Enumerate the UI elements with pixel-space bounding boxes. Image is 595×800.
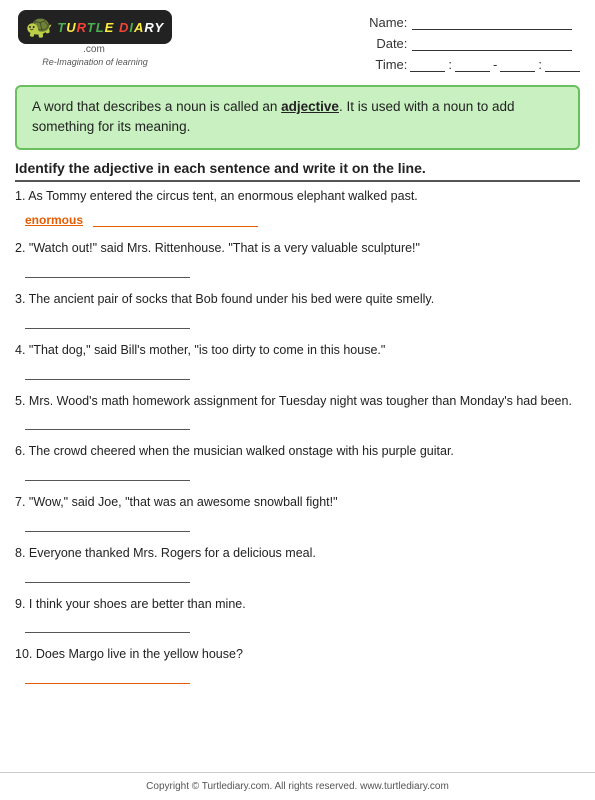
logo-box: 🐢 TURTLE DIARY	[18, 10, 172, 44]
q4-answer-line[interactable]	[25, 364, 190, 380]
question-7-text: 7. "Wow," said Joe, "that was an awesome…	[15, 493, 580, 512]
q5-number: 5.	[15, 394, 29, 408]
q7-answer-line[interactable]	[25, 516, 190, 532]
question-5: 5. Mrs. Wood's math homework assignment …	[15, 392, 580, 431]
footer: Copyright © Turtlediary.com. All rights …	[0, 772, 595, 800]
date-line[interactable]	[412, 37, 572, 51]
instructions: Identify the adjective in each sentence …	[15, 160, 580, 182]
q1-number: 1.	[15, 189, 28, 203]
date-label: Date:	[367, 36, 407, 51]
q8-number: 8.	[15, 546, 29, 560]
question-9: 9. I think your shoes are better than mi…	[15, 595, 580, 634]
question-10: 10. Does Margo live in the yellow house?	[15, 645, 580, 684]
question-3: 3. The ancient pair of socks that Bob fo…	[15, 290, 580, 329]
question-2-text: 2. "Watch out!" said Mrs. Rittenhouse. "…	[15, 239, 580, 258]
header: 🐢 TURTLE DIARY .com Re-Imagination of le…	[0, 0, 595, 77]
q4-number: 4.	[15, 343, 29, 357]
time-colon-1: :	[448, 57, 452, 72]
key-term: adjective	[281, 99, 339, 114]
brand-name: TURTLE DIARY	[57, 20, 164, 35]
question-6: 6. The crowd cheered when the musician w…	[15, 442, 580, 481]
question-3-text: 3. The ancient pair of socks that Bob fo…	[15, 290, 580, 309]
q2-answer-line[interactable]	[25, 262, 190, 278]
question-4-text: 4. "That dog," said Bill's mother, "is t…	[15, 341, 580, 360]
name-line[interactable]	[412, 16, 572, 30]
question-1-text: 1. As Tommy entered the circus tent, an …	[15, 187, 580, 206]
question-4: 4. "That dog," said Bill's mother, "is t…	[15, 341, 580, 380]
time-line-2[interactable]	[455, 58, 490, 72]
q10-number: 10.	[15, 647, 36, 661]
question-10-text: 10. Does Margo live in the yellow house?	[15, 645, 580, 664]
time-line-1[interactable]	[410, 58, 445, 72]
info-box: A word that describes a noun is called a…	[15, 85, 580, 150]
question-2: 2. "Watch out!" said Mrs. Rittenhouse. "…	[15, 239, 580, 278]
q1-answer: enormous	[25, 213, 83, 227]
logo-tagline: Re-Imagination of learning	[42, 57, 148, 67]
time-line-4[interactable]	[545, 58, 580, 72]
questions: 1. As Tommy entered the circus tent, an …	[0, 187, 595, 685]
time-row: Time: : - :	[367, 57, 580, 72]
logo-area: 🐢 TURTLE DIARY .com Re-Imagination of le…	[15, 10, 175, 67]
name-row: Name:	[367, 15, 580, 30]
question-6-text: 6. The crowd cheered when the musician w…	[15, 442, 580, 461]
q1-answer-line[interactable]	[93, 211, 258, 227]
time-colon-2: :	[538, 57, 542, 72]
date-row: Date:	[367, 36, 580, 51]
q6-answer-line[interactable]	[25, 465, 190, 481]
time-line-3[interactable]	[500, 58, 535, 72]
q6-number: 6.	[15, 444, 29, 458]
name-fields: Name: Date: Time: : - :	[367, 10, 580, 72]
q9-answer-line[interactable]	[25, 617, 190, 633]
q5-answer-line[interactable]	[25, 414, 190, 430]
q10-answer-line[interactable]	[25, 668, 190, 684]
logo-com: .com	[83, 44, 107, 55]
q7-number: 7.	[15, 495, 29, 509]
turtle-icon: 🐢	[26, 14, 53, 40]
question-5-text: 5. Mrs. Wood's math homework assignment …	[15, 392, 580, 411]
q3-answer-line[interactable]	[25, 313, 190, 329]
q2-number: 2.	[15, 241, 29, 255]
question-9-text: 9. I think your shoes are better than mi…	[15, 595, 580, 614]
question-8-text: 8. Everyone thanked Mrs. Rogers for a de…	[15, 544, 580, 563]
q8-answer-line[interactable]	[25, 567, 190, 583]
question-1: 1. As Tommy entered the circus tent, an …	[15, 187, 580, 228]
q9-number: 9.	[15, 597, 29, 611]
question-8: 8. Everyone thanked Mrs. Rogers for a de…	[15, 544, 580, 583]
name-label: Name:	[367, 15, 407, 30]
question-7: 7. "Wow," said Joe, "that was an awesome…	[15, 493, 580, 532]
time-label: Time:	[367, 57, 407, 72]
q3-number: 3.	[15, 292, 29, 306]
q1-answer-row: enormous	[15, 209, 580, 227]
time-dash: -	[493, 57, 497, 72]
info-prefix: A word that describes a noun is called a…	[32, 99, 281, 114]
